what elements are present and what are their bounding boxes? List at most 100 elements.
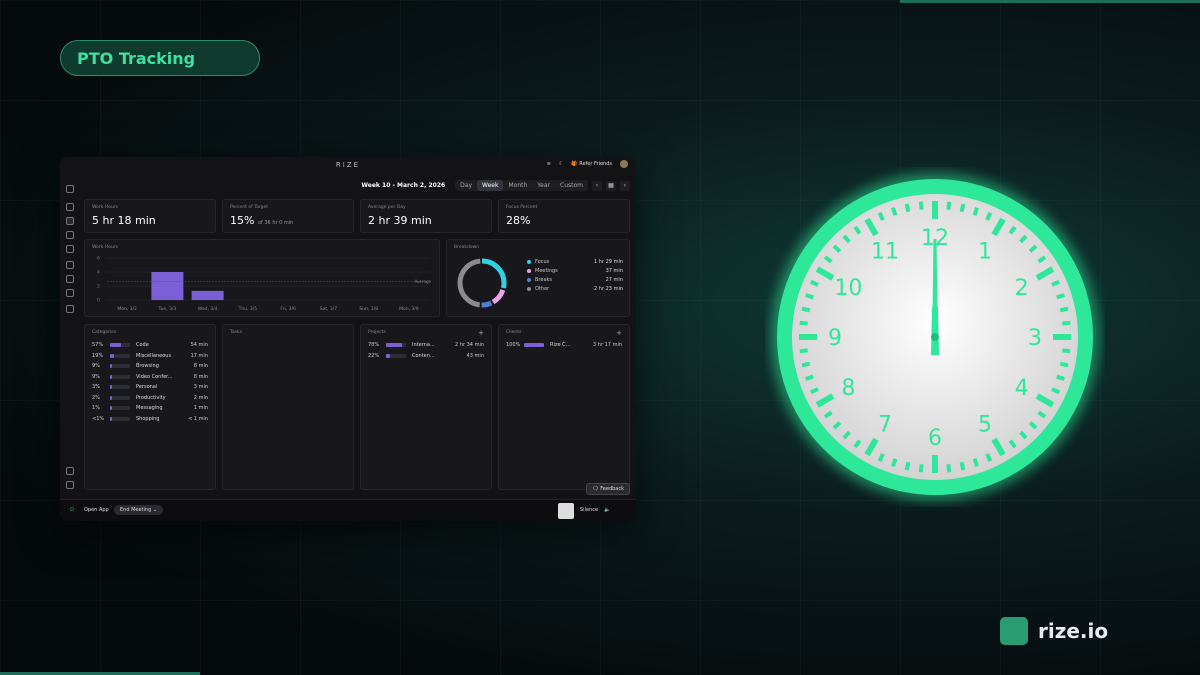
row-percent: 1% [92,405,100,411]
home-icon[interactable] [66,203,74,211]
row-bar [386,353,406,358]
stat-card-work-hours: Work Hours 5 hr 18 min [84,199,216,233]
clock-tick [799,348,808,354]
row-bar [110,364,130,368]
next-week-icon[interactable]: › [620,180,630,191]
row-value: 3 min [193,384,208,390]
end-meeting-button[interactable]: End Meeting ⌄ [114,505,164,515]
timer-icon[interactable] [66,231,74,239]
meetings-dot [527,269,531,273]
row-value: 8 min [193,373,208,380]
breaks-dot [527,278,531,282]
row-value: 17 min [190,352,208,359]
clock-number: 5 [978,413,992,438]
row-name: Shopping [136,415,160,422]
categories-row[interactable]: 9% Browsing 8 min [92,362,208,370]
clock-tick [972,458,979,467]
stat-card-percent-target: Percent of Target 15% of 36 hr 0 min [222,199,354,233]
clients-row[interactable]: 100% Rize C... 3 hr 17 min [506,341,622,349]
open-app-button[interactable]: Open App [84,507,109,513]
categories-row[interactable]: 1% Messaging 1 min [92,404,208,412]
refer-friends-button[interactable]: 🎁 Refer Friends [571,161,612,167]
categories-row[interactable]: 3% Personal 3 min [92,383,208,391]
categories-card: Categories 57% Code 54 min 19% Miscellaneous… [84,324,216,490]
row-percent: 9% [92,363,100,369]
app-window: RIZE ≋ ☾ 🎁 Refer Friends Week 10 - March… [60,157,636,521]
stat-card-focus: Focus Percent 28% [498,199,630,233]
categories-row[interactable]: 19% Miscellaneous 17 min [92,352,208,360]
x-tick-label: Mon, 3/2 [117,306,137,312]
folder-icon[interactable] [66,261,74,269]
legend-other: Other 2 hr 23 min [527,286,623,292]
stat-label: Focus Percent [506,205,538,210]
layers-icon[interactable]: ≋ [547,161,551,167]
clock-tick [959,461,966,471]
categories-row[interactable]: 9% Video Confer... 8 min [92,373,208,381]
row-value: 3 hr 17 min [593,342,622,348]
calendar-picker-icon[interactable]: ▦ [606,180,616,191]
clock-tick [799,320,808,326]
speaker-icon[interactable]: 🔈 [604,507,610,513]
moon-icon[interactable]: ☾ [559,161,563,167]
checklist-icon[interactable] [66,289,74,297]
sidebar [60,175,80,499]
week-label: Week 10 - March 2, 2026 [361,182,446,189]
row-value: 1 min [193,405,208,411]
clock-center [931,333,939,341]
silence-button[interactable]: Silence [580,507,598,513]
user-icon[interactable] [66,467,74,475]
add-project-button[interactable]: + [478,329,484,337]
badge-label: PTO Tracking [77,48,196,68]
work-hours-chart: 0 2 4 6 Mon, 3/2 Tue, 3/3 Wed, 3/4 Thu, 3/5 Fri,… [97,256,432,313]
categories-row[interactable]: 2% Productivity 2 min [92,394,208,402]
row-name: Browsing [136,363,159,369]
x-tick-label: Sun, 3/8 [359,306,378,312]
bottom-bar: ⏻ Open App End Meeting ⌄ Silence 🔈 [60,499,636,521]
power-icon[interactable]: ⏻ [70,507,74,513]
prev-week-icon[interactable]: ‹ [592,180,602,191]
tab-week[interactable]: Week [477,180,504,191]
clock-tick [1059,361,1069,368]
tab-day[interactable]: Day [455,180,477,191]
average-label: Average [415,279,432,284]
stack-icon[interactable] [66,185,74,193]
stat-value: 2 hr 39 min [368,214,432,227]
x-tick-label: Wed, 3/4 [198,306,218,312]
row-value: < 1 min [188,415,208,422]
row-percent: 78% [368,342,380,348]
shield-icon[interactable] [66,481,74,489]
row-name: Interna... [412,342,435,348]
x-tick-label: Tue, 3/3 [157,306,176,312]
projects-row[interactable]: 22% Conten... 43 min [368,352,484,360]
tab-year[interactable]: Year [532,180,555,191]
thumbnail [558,503,574,519]
top-accent-line [900,0,1200,3]
legend-meetings: Meetings 37 min [527,268,623,274]
add-client-button[interactable]: + [616,329,622,337]
calendar-icon[interactable] [66,217,74,225]
feedback-button[interactable]: 🗨 Feedback [586,483,630,495]
brand-logo: rize.io [1000,617,1108,645]
avatar[interactable] [620,160,628,168]
y-tick-label: 4 [97,270,100,276]
pto-tracking-badge: PTO Tracking [60,40,260,76]
projects-row[interactable]: 78% Interna... 2 hr 34 min [368,341,484,349]
tab-custom[interactable]: Custom [555,180,588,191]
titlebar-actions: ≋ ☾ 🎁 Refer Friends [547,160,628,168]
refer-label: Refer Friends [579,161,612,167]
projects-card: Projects + 78% Interna... 2 hr 34 min 22% Co… [360,324,492,490]
hour-hand [931,307,939,355]
x-tick-label: Fri, 3/6 [280,306,296,312]
row-percent: 3% [92,384,100,390]
categories-row[interactable]: 57% Code 54 min [92,341,208,349]
categories-row[interactable]: <1% Shopping < 1 min [92,415,208,423]
clock-number: 4 [1015,376,1029,401]
chart-icon[interactable] [66,305,74,313]
gear-icon[interactable] [66,275,74,283]
tab-month[interactable]: Month [503,180,532,191]
row-percent: 19% [92,352,104,359]
legend-breaks: Breaks 27 min [527,277,623,283]
globe-icon[interactable] [66,245,74,253]
row-value: 54 min [190,342,208,348]
clock-tick [891,207,898,216]
